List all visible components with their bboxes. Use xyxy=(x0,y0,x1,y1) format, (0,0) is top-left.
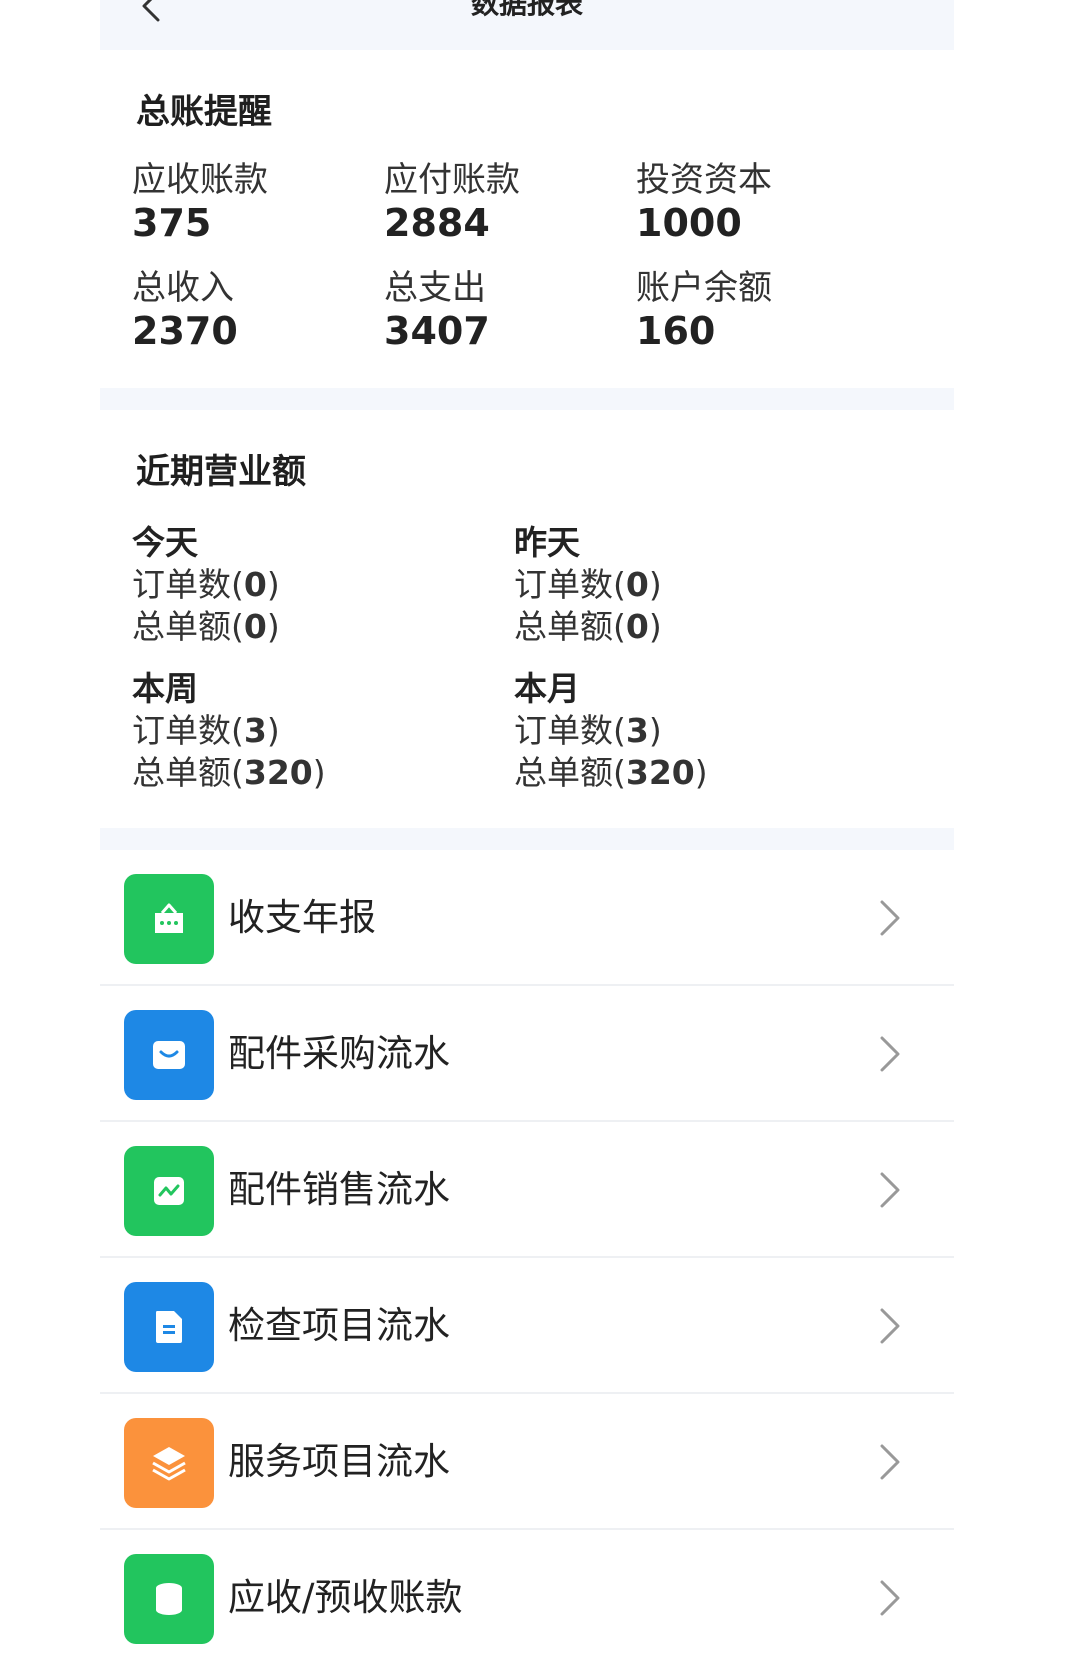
menu-item-parts-purchase[interactable]: 配件采购流水 xyxy=(100,986,954,1122)
menu-icon-tile xyxy=(124,1282,214,1372)
order-amount: 320 xyxy=(243,753,313,792)
order-amount-line: 总单额(320) xyxy=(132,753,326,792)
shopping-bag-icon xyxy=(155,903,183,933)
period-title: 本月 xyxy=(514,669,580,708)
stat-label: 应收账款 xyxy=(132,160,268,200)
menu-icon-tile xyxy=(124,1418,214,1508)
stat-label: 总支出 xyxy=(384,268,486,308)
layers-icon xyxy=(152,1447,186,1481)
ledger-stat-payable[interactable]: 应付账款 2884 xyxy=(384,160,624,246)
order-count: 0 xyxy=(243,565,267,604)
trend-chart-icon xyxy=(154,1177,184,1205)
stat-label: 账户余额 xyxy=(636,268,772,308)
menu-label: 检查项目流水 xyxy=(228,1304,450,1347)
order-amount: 0 xyxy=(625,607,649,646)
order-count: 3 xyxy=(625,711,649,750)
period-this-week: 本周 订单数(3) 总单额(320) xyxy=(132,668,512,794)
period-title: 今天 xyxy=(132,523,198,562)
chevron-right-icon xyxy=(880,1444,900,1480)
menu-item-receivables[interactable]: 应收/预收账款 xyxy=(100,1530,954,1666)
ledger-stat-income[interactable]: 总收入 2370 xyxy=(132,268,372,354)
order-count: 3 xyxy=(243,711,267,750)
ledger-stat-receivable[interactable]: 应收账款 375 xyxy=(132,160,372,246)
menu-icon-tile xyxy=(124,1010,214,1100)
page-title: 数据报表 xyxy=(470,0,583,20)
stat-value: 1000 xyxy=(636,201,742,245)
stat-value: 375 xyxy=(132,201,212,245)
period-this-month: 本月 订单数(3) 总单额(320) xyxy=(514,668,894,794)
menu-item-service[interactable]: 服务项目流水 xyxy=(100,1394,954,1530)
stat-label: 总收入 xyxy=(132,268,234,308)
stat-value: 160 xyxy=(636,309,716,353)
stat-value: 2884 xyxy=(384,201,490,245)
menu-icon-tile xyxy=(124,1146,214,1236)
order-count-line: 订单数(0) xyxy=(132,565,280,604)
ledger-stat-balance[interactable]: 账户余额 160 xyxy=(636,268,876,354)
period-yesterday: 昨天 订单数(0) 总单额(0) xyxy=(514,522,894,648)
period-today: 今天 订单数(0) 总单额(0) xyxy=(132,522,512,648)
period-title: 本周 xyxy=(132,669,198,708)
menu-item-annual-report[interactable]: 收支年报 xyxy=(100,850,954,986)
chevron-right-icon xyxy=(880,1036,900,1072)
chevron-right-icon xyxy=(880,1580,900,1616)
stat-value: 2370 xyxy=(132,309,238,353)
order-amount-line: 总单额(320) xyxy=(514,753,708,792)
menu-icon-tile xyxy=(124,874,214,964)
ledger-stat-investment[interactable]: 投资资本 1000 xyxy=(636,160,876,246)
chevron-right-icon xyxy=(880,1308,900,1344)
order-amount: 0 xyxy=(243,607,267,646)
menu-item-parts-sales[interactable]: 配件销售流水 xyxy=(100,1122,954,1258)
revenue-section-title: 近期营业额 xyxy=(136,452,306,492)
section-divider xyxy=(100,828,954,850)
menu-label: 配件销售流水 xyxy=(228,1168,450,1211)
section-divider xyxy=(100,388,954,410)
menu-label: 服务项目流水 xyxy=(228,1440,450,1483)
order-count-line: 订单数(3) xyxy=(514,711,662,750)
order-amount-line: 总单额(0) xyxy=(514,607,662,646)
menu-label: 配件采购流水 xyxy=(228,1032,450,1075)
stat-value: 3407 xyxy=(384,309,490,353)
order-count: 0 xyxy=(625,565,649,604)
stat-label: 应付账款 xyxy=(384,160,520,200)
period-title: 昨天 xyxy=(514,523,580,562)
document-icon xyxy=(156,1311,182,1343)
stat-label: 投资资本 xyxy=(636,160,772,200)
order-count-line: 订单数(3) xyxy=(132,711,280,750)
menu-item-inspection[interactable]: 检查项目流水 xyxy=(100,1258,954,1394)
envelope-icon xyxy=(153,1041,185,1069)
report-page: 数据报表 总账提醒 应收账款 375 应付账款 2884 投资资本 1000 总… xyxy=(100,0,954,1644)
ledger-section-title: 总账提醒 xyxy=(136,92,272,132)
chevron-right-icon xyxy=(880,900,900,936)
database-icon xyxy=(156,1583,182,1615)
order-amount: 320 xyxy=(625,753,695,792)
order-count-line: 订单数(0) xyxy=(514,565,662,604)
ledger-stat-expense[interactable]: 总支出 3407 xyxy=(384,268,624,354)
menu-icon-tile xyxy=(124,1554,214,1644)
top-nav-bar: 数据报表 xyxy=(100,0,954,50)
order-amount-line: 总单额(0) xyxy=(132,607,280,646)
chevron-right-icon xyxy=(880,1172,900,1208)
menu-label: 应收/预收账款 xyxy=(228,1576,463,1619)
menu-label: 收支年报 xyxy=(228,896,376,939)
